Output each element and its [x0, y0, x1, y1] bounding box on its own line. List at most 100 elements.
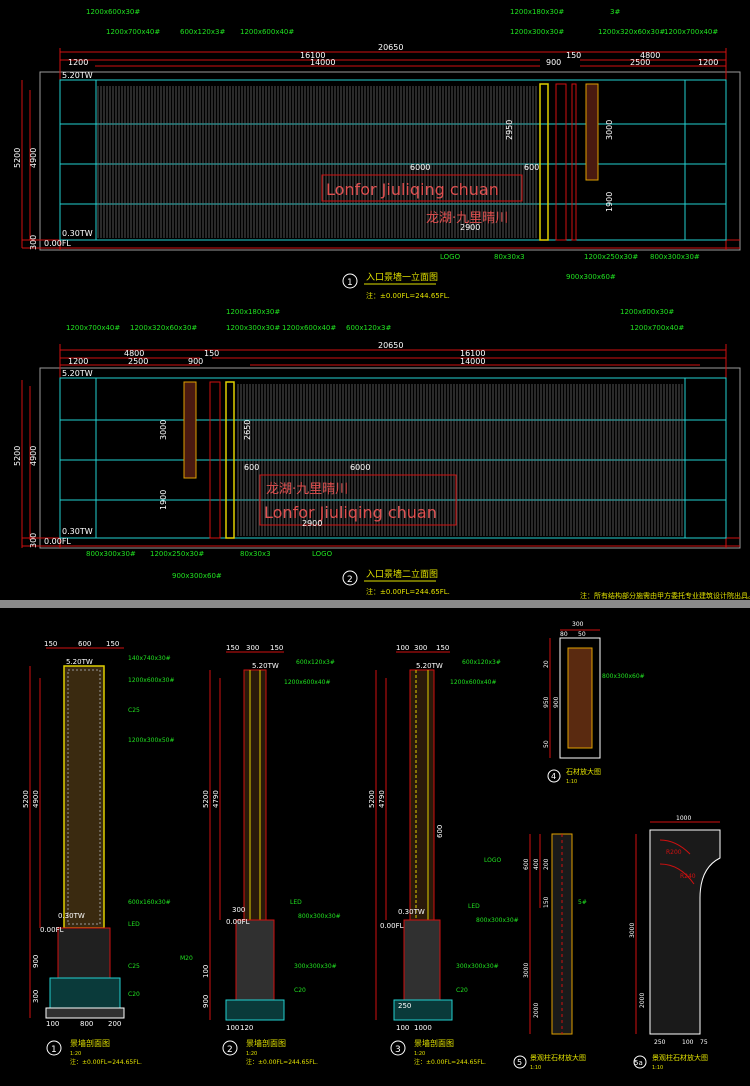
sec2-dim-8: 120 [240, 1024, 253, 1032]
elev2-dim-1200: 1200 [68, 357, 88, 366]
elev1-callout-0: 1200x600x30# [86, 8, 140, 16]
det5a-scale: 1:10 [652, 1065, 663, 1071]
sec3-dim-5: 600 [436, 825, 444, 838]
sec3-dim-2: 150 [436, 644, 449, 652]
sec2-number: 2 [227, 1045, 233, 1055]
elev2-dim-total: 20650 [378, 341, 403, 350]
elev1-number: 1 [347, 278, 353, 288]
sec2-dim-3: 5200 [202, 790, 210, 808]
sec1-number: 1 [51, 1045, 57, 1055]
elev2-dim-1900: 1900 [159, 490, 168, 510]
elev2-callout-4: 1200x600x40# [282, 324, 336, 332]
panel-separator [0, 600, 750, 608]
sec2-dim-9: 100 [226, 1024, 239, 1032]
elev2-dim-150: 150 [204, 349, 219, 358]
sec2-title: 景墙剖面图 [246, 1038, 286, 1048]
elev1-dim-5200: 5200 [13, 148, 22, 168]
sec1-label-7: C20 [128, 991, 140, 998]
det4-dim-3: 950 [543, 696, 550, 708]
elev2-callout-0: 1200x700x40# [66, 324, 120, 332]
elev1-callout-9: 900x300x60# [566, 273, 616, 281]
elev2-dim-14000: 14000 [460, 357, 485, 366]
detail-5: 3000 2000 600 400 200 150 5# 5 景观柱石材放大图 … [513, 833, 587, 1071]
elev2-level-mid: 0.30TW [62, 527, 93, 536]
det5a-number: 5a [634, 1059, 643, 1067]
elev2-number: 2 [347, 575, 353, 585]
sec1-dim-8: 800 [80, 1020, 93, 1028]
sec1-dim-9: 200 [108, 1020, 121, 1028]
elev1-dim-1200b: 1200 [698, 58, 718, 67]
sec3-level-1: 0.30TW [398, 908, 425, 916]
elev1-watermark-en: Lonfor Jiuliqing chuan [326, 180, 499, 199]
sheet-note: 注：所有结构部分施需由甲方委托专业建筑设计院出具。 [580, 591, 750, 600]
det4-dim-2: 50 [578, 631, 586, 638]
sec1-dim-0: 150 [44, 640, 57, 648]
det5a-title: 景观柱石材放大图 [652, 1053, 708, 1062]
det5-scale: 1:10 [530, 1065, 541, 1071]
sec3-dim-7: 1000 [414, 1024, 432, 1032]
elev2-title: 入口景墙二立面图 [366, 568, 438, 580]
sec1-dim-3: 5200 [22, 790, 30, 808]
sec1-label-4: 600x160x30# [128, 899, 171, 906]
det4-title: 石材放大图 [566, 767, 601, 776]
sec2-label-4: 300x300x30# [294, 963, 337, 970]
section-1: 150 600 150 5200 4900 900 300 100 800 20… [22, 640, 175, 1066]
det5a-dim-2: 2000 [639, 993, 646, 1008]
elev2-callout-7: 1200x700x40# [630, 324, 684, 332]
sec2-dim-7: 900 [202, 995, 210, 1008]
sec1-dim-7: 100 [46, 1020, 59, 1028]
sec3-dim-8: 100 [396, 1024, 409, 1032]
elev2-dim-4900: 4900 [29, 446, 38, 466]
elev1-callout-3: 1200x600x40# [240, 28, 294, 36]
sec3-label-5: 300x300x30# [456, 963, 499, 970]
det5-dim-1: 2000 [533, 1003, 540, 1018]
elev1-level-top: 5.20TW [62, 71, 93, 80]
detail-4: 300 80 50 950 20 900 50 800x300x60# 4 石材… [543, 621, 645, 785]
elev1-dim-4900: 4900 [29, 148, 38, 168]
elev1-level-note: 注：±0.00FL=244.65FL. [366, 291, 450, 300]
det5a-dim-0: 1000 [676, 815, 691, 822]
sec3-label-6: C20 [456, 987, 468, 994]
det5a-dim-7: R240 [680, 873, 696, 880]
detail-5a: 1000 3000 2000 250 100 75 R200 R240 5a 景… [629, 815, 721, 1071]
elev1-dim-1200a: 1200 [68, 58, 88, 67]
sec3-label-1: 1200x600x40# [450, 679, 497, 686]
sec3-label-3: LED [468, 903, 480, 910]
det5a-dim-6: R200 [666, 849, 682, 856]
elev1-callout-2: 600x120x3# [180, 28, 225, 36]
elev2-callout-2: 1200x180x30# [226, 308, 280, 316]
det5-title: 景观柱石材放大图 [530, 1053, 586, 1062]
elev1-dim-300: 300 [29, 235, 38, 250]
elev2-dim-900: 900 [188, 357, 203, 366]
elev2-level-note: 注：±0.00FL=244.65FL. [366, 587, 450, 596]
sec3-label-0: 600x120x3# [462, 659, 501, 666]
elev1-wall-outline [59, 79, 727, 241]
elev1-dim-2900: 2900 [460, 223, 480, 232]
sec1-label-3: 1200x300x50# [128, 737, 175, 744]
elev1-callout-8: 1200x700x40# [664, 28, 718, 36]
sec2-dim-2: 150 [270, 644, 283, 652]
sec1-level-1: 0.30TW [58, 912, 85, 920]
sec1-level-note: 注：±0.00FL=244.65FL. [70, 1058, 142, 1066]
elev2-callout-5: 600x120x3# [346, 324, 391, 332]
elev1-dim-600: 600 [524, 163, 539, 172]
elev2-dim-600: 600 [244, 463, 259, 472]
sec2-level-note: 注：±0.00FL=244.65FL. [246, 1058, 318, 1066]
sec2-scale: 1:20 [246, 1051, 257, 1057]
sec2-dim-1: 300 [246, 644, 259, 652]
det5-label-0: 5# [578, 899, 587, 906]
det5-dim-0: 3000 [523, 963, 530, 978]
elev1-level-ground: 0.00FL [44, 239, 71, 248]
sec3-level-note: 注：±0.00FL=244.65FL. [414, 1058, 486, 1066]
det4-number: 4 [551, 772, 556, 781]
sec2-label-1: 1200x600x40# [284, 679, 331, 686]
elev1-callout-12: 80x30x3 [494, 253, 525, 261]
elev1-dim-900: 900 [546, 58, 561, 67]
det4-dim-5: 900 [553, 696, 560, 708]
sec2-dim-0: 150 [226, 644, 239, 652]
sec3-title: 景墙剖面图 [414, 1038, 454, 1048]
elev1-callout-1: 1200x700x40# [106, 28, 160, 36]
sec1-level-0: 5.20TW [66, 658, 93, 666]
elev1-level-mid: 0.30TW [62, 229, 93, 238]
elev2-callout-11: 80x30x3 [240, 550, 271, 558]
